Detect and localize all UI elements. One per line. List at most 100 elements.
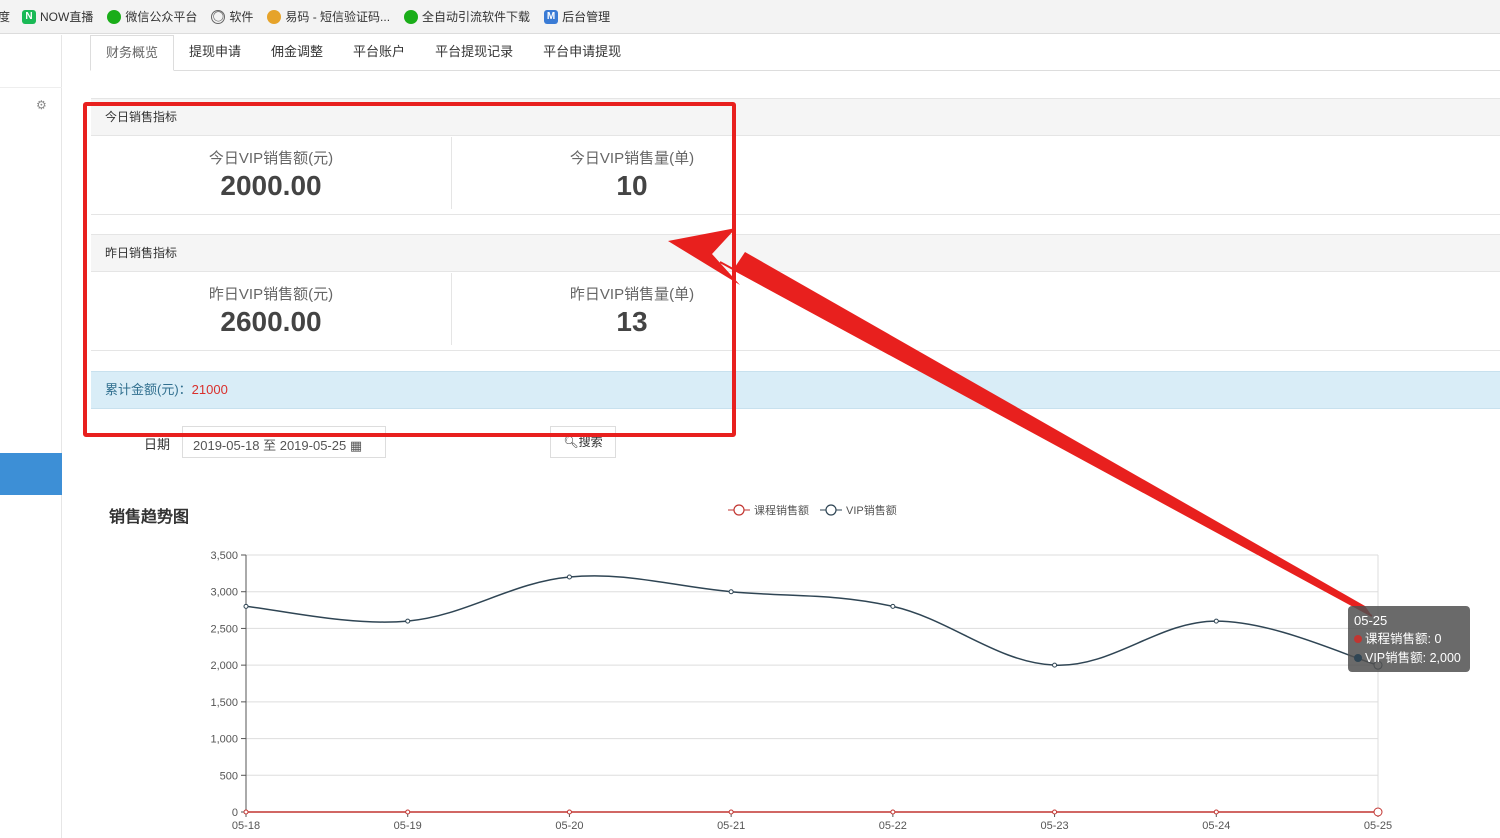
chart-tooltip: 05-25 课程销售额: 0 VIP销售额: 2,000 [1348,606,1470,672]
data-point [243,603,249,609]
calendar-icon: ▦ [349,438,363,453]
now-icon: N [22,9,37,24]
y-tick-label: 0 [232,807,238,819]
data-point [1052,662,1058,668]
legend-marker [733,504,745,516]
chart-legend: 课程销售额 VIP销售额 [728,503,897,517]
bookmark-admin[interactable]: M 后台管理 [544,8,610,25]
tab-withdraw-request[interactable]: 提现申请 [174,35,256,70]
search-button[interactable]: 🔍︎搜索 [550,426,616,458]
stat-label: 今日VIP销售额(元) [208,150,334,167]
stat-value: 2000.00 [220,170,322,201]
stat-value: 2600.00 [220,306,322,337]
stat-value: 13 [616,306,648,337]
m-icon: M [544,9,559,24]
y-tick-label: 1,500 [210,697,238,709]
tab-platform-account[interactable]: 平台账户 [338,35,420,70]
total-amount-bar: 累计金额(元)：21000 [91,371,1500,409]
bookmark-label: 后台管理 [562,10,611,24]
data-point [728,589,734,595]
bookmark-yima[interactable]: 易码 - 短信验证码... [267,8,390,25]
tab-commission-adjust[interactable]: 佣金调整 [256,35,338,70]
yesterday-amount-stat: 昨日VIP销售额(元) 2600.00 [91,273,451,351]
vip-dot-icon [1354,654,1362,662]
x-tick-label: 05-22 [879,820,907,832]
y-tick-label: 2,500 [210,623,238,635]
bookmark-now[interactable]: N NOW直播 [22,8,93,25]
bookmark-label: 易码 - 短信验证码... [285,10,391,24]
x-tick-label: 05-20 [555,820,583,832]
bookmark-label: 微信公众平台 [125,10,198,24]
legend-marker [825,504,837,516]
y-tick-label: 3,000 [210,587,238,599]
wechat-icon [404,9,419,24]
data-point [1213,618,1219,624]
chart-points [243,574,1383,817]
search-icon: 🔍︎ [563,435,579,449]
course-dot-icon [1354,635,1362,643]
tooltip-date: 05-25 [1354,613,1388,628]
chart-grid [245,554,1379,813]
data-point [728,809,734,815]
bookmark-label: 度 [0,10,11,24]
legend-label: VIP销售额 [846,503,897,517]
tab-finance-overview[interactable]: 财务概览 [90,35,175,71]
date-range-input[interactable]: 2019-05-18 至 2019-05-25 ▦ [182,426,386,458]
wechat-icon [107,9,122,24]
bookmark-label: 软件 [229,10,254,24]
sidebar-divider [0,87,62,88]
today-stats: 今日VIP销售额(元) 2000.00 今日VIP销售量(单) 10 [91,137,1500,215]
x-axis-ticks: 05-18 05-19 05-20 05-21 05-22 05-23 05-24 05-25 [232,812,1392,832]
sidebar: ⚙ [0,35,62,838]
y-axis-ticks: 0 500 1,000 1,500 2,000 2,500 3,000 3,500 [210,550,246,819]
total-label: 累计金额(元)： [105,382,192,397]
gear-icon[interactable]: ⚙ [36,98,47,112]
tab-platform-apply-withdraw[interactable]: 平台申请提现 [528,35,636,70]
x-tick-label: 05-25 [1364,820,1392,832]
x-tick-label: 05-18 [232,820,260,832]
yima-icon [267,9,282,24]
bookmark-label: 全自动引流软件下载 [422,10,531,24]
sidebar-active-item[interactable] [0,453,62,495]
x-tick-label: 05-21 [717,820,745,832]
tab-platform-withdraw-records[interactable]: 平台提现记录 [420,35,528,70]
chart-title: 销售趋势图 [109,509,190,526]
tooltip-line1: 课程销售额: 0 [1365,632,1442,646]
y-tick-label: 3,500 [210,550,238,562]
chart-lines [245,575,1379,813]
data-point [1373,807,1383,817]
search-label: 搜索 [578,435,603,449]
legend-label: 课程销售额 [754,503,809,517]
date-range-value: 2019-05-18 至 2019-05-25 [193,438,347,453]
data-point [405,618,411,624]
stat-label: 昨日VIP销售额(元) [208,286,334,303]
bookmark-label: NOW直播 [40,10,94,24]
bookmarks-bar: 度 N NOW直播 微信公众平台 ◯ 软件 易码 - 短信验证码... 全自动引… [0,0,1500,34]
stat-label: 今日VIP销售量(单) [569,150,695,167]
data-point [890,809,896,815]
x-tick-label: 05-24 [1202,820,1230,832]
yesterday-count-stat: 昨日VIP销售量(单) 13 [452,273,812,351]
data-point [1213,809,1219,815]
stat-label: 昨日VIP销售量(单) [569,286,695,303]
stat-value: 10 [616,170,648,201]
globe-icon: ◯ [211,9,226,24]
total-value: 21000 [191,382,228,397]
today-panel-title: 今日销售指标 [91,98,1500,136]
bookmark-software[interactable]: ◯ 软件 [211,8,253,25]
today-count-stat: 今日VIP销售量(单) 10 [452,137,812,215]
today-amount-stat: 今日VIP销售额(元) 2000.00 [91,137,451,215]
x-tick-label: 05-23 [1041,820,1069,832]
bookmark-wechat-mp[interactable]: 微信公众平台 [107,8,197,25]
bookmark-cut[interactable]: 度 [0,8,10,25]
data-point [566,809,572,815]
tooltip-line2: VIP销售额: 2,000 [1365,651,1461,665]
data-point [405,809,411,815]
x-tick-label: 05-19 [394,820,422,832]
tab-bar: 财务概览 提现申请 佣金调整 平台账户 平台提现记录 平台申请提现 [90,35,1500,71]
date-label: 日期 [144,437,171,452]
data-point [890,603,896,609]
y-tick-label: 2,000 [210,660,238,672]
y-tick-label: 500 [220,770,238,782]
bookmark-traffic[interactable]: 全自动引流软件下载 [404,8,530,25]
